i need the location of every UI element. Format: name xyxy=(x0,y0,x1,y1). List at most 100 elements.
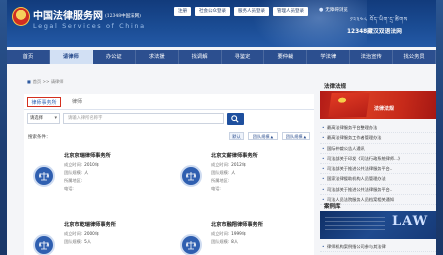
law-firm-logo-icon xyxy=(180,234,202,255)
sort-arrow-icon: ▲ xyxy=(303,135,307,139)
law-firm-name[interactable]: 北京市乾瑞律师事务所 xyxy=(64,221,116,228)
nav-item-mediation[interactable]: 找调解 xyxy=(179,50,222,64)
list-item[interactable]: 律师机构案例指公司参与其法律 xyxy=(320,242,436,253)
law-firm-logo-icon xyxy=(33,234,55,255)
law-firm-name[interactable]: 北京文薪律师事务所 xyxy=(211,152,258,159)
team-size-value: 5人 xyxy=(84,239,92,244)
team-size-row: 团队规模: 5人 xyxy=(64,239,91,245)
scales-of-justice-icon xyxy=(186,172,196,181)
sort-arrow-icon: ▲ xyxy=(270,135,274,139)
team-size-row: 团队规模: 8人 xyxy=(211,239,238,245)
site-header: 中国法律服务网 (12348中国法网) Legal Services of Chi… xyxy=(7,0,436,47)
founded-value: 2000年 xyxy=(84,231,100,236)
nav-item-notary[interactable]: 办公证 xyxy=(93,50,136,64)
law-firm-name[interactable]: 北京京瑞律师事务所 xyxy=(64,152,111,159)
list-item[interactable]: 最高法律服务工作者管理办法 xyxy=(320,133,436,144)
nav-item-lawyer[interactable]: 请律师 xyxy=(49,50,93,64)
nav-item-publicity[interactable]: 法治宣传 xyxy=(350,50,394,64)
public-login-link[interactable]: 社会公众登录 xyxy=(195,7,230,16)
nav-item-home[interactable]: 首页 xyxy=(7,50,50,64)
founded-value: 2010年 xyxy=(84,162,100,167)
tab-lawyers[interactable]: 律师 xyxy=(69,97,85,107)
document-decoration xyxy=(325,217,385,233)
list-item[interactable]: 司法部关于印发《司法行政系统律师...》 xyxy=(320,154,436,165)
nav-item-learn-law[interactable]: 学法律 xyxy=(307,50,351,64)
region-row: 所属地区: xyxy=(211,178,231,184)
sort-scale-label: 团队规模 xyxy=(285,134,303,139)
nav-item-civil-servant[interactable]: 找公务员 xyxy=(393,50,436,64)
tab-law-firms[interactable]: 律师事务所 xyxy=(27,97,61,107)
list-item[interactable]: 最高法律服务平台整理办法 xyxy=(320,123,436,134)
case-library-heading: 案例库 xyxy=(324,204,341,210)
law-firm-card[interactable]: 北京市乾瑞律师事务所 成立时间: 2000年 团队规模: 5人 xyxy=(24,218,167,255)
national-emblem-icon xyxy=(12,7,30,26)
site-title-hotline: (12348中国法网) xyxy=(105,14,141,19)
law-banner-text: LAW xyxy=(392,214,429,229)
laws-heading: 法律法规 xyxy=(324,84,347,90)
team-size-label: 团队规模: xyxy=(211,239,230,244)
register-link[interactable]: 注册 xyxy=(174,7,191,16)
list-item[interactable]: 司法部关于推进公共法律服务平台.. xyxy=(320,164,436,175)
sort-team-size-label: 团队规模 xyxy=(252,134,270,139)
admin-login-link[interactable]: 管理人员登录 xyxy=(273,7,308,16)
team-size-value: 人 xyxy=(231,170,236,175)
founded-row: 成立时间: 1999年 xyxy=(211,231,246,237)
flag-image xyxy=(328,93,370,117)
site-title[interactable]: 中国法律服务网 (12348中国法网) xyxy=(33,7,141,22)
list-item[interactable]: 国家法律援助机构人员管理办法 xyxy=(320,174,436,185)
founded-label: 成立时间: xyxy=(64,162,83,167)
breadcrumb[interactable]: 首页 >> 请律师 xyxy=(27,79,64,85)
sort-team-size-button[interactable]: 团队规模▲ xyxy=(248,132,278,140)
region-label: 所属地区: xyxy=(64,178,83,183)
sort-scale-button[interactable]: 团队规模▲ xyxy=(282,132,310,140)
service-staff-login-link[interactable]: 服务人员登录 xyxy=(234,7,269,16)
sidebar: 法律法规 法律法规 最高法律服务平台整理办法 最高法律服务工作者管理办法 国际仲… xyxy=(320,79,436,255)
law-firm-logo-icon xyxy=(33,165,55,187)
team-size-value: 8人 xyxy=(231,239,239,244)
site-title-text: 中国法律服务网 xyxy=(33,11,103,22)
laws-banner[interactable]: 法律法规 xyxy=(320,91,436,119)
law-firm-card[interactable]: 北京文薪律师事务所 成立时间: 2012年 团队规模: 人 所属地区: 电话: xyxy=(171,149,314,207)
team-size-label: 团队规模: xyxy=(64,239,83,244)
site-english-name: Legal Services of China xyxy=(33,22,146,30)
main-nav: 首页 请律师 办公证 求法援 找调解 寻鉴定 要仲裁 学法律 法治宣传 找公务员 xyxy=(7,50,436,64)
scales-of-justice-icon xyxy=(186,241,196,250)
team-size-label: 团队规模: xyxy=(211,170,230,175)
filter-label: 搜索条件： xyxy=(28,135,51,140)
law-firm-card[interactable]: 北京市融翔律师事务所 成立时间: 1999年 团队规模: 8人 xyxy=(171,218,314,255)
founded-value: 2012年 xyxy=(231,162,247,167)
phone-row: 电话: xyxy=(64,186,76,192)
founded-label: 成立时间: xyxy=(211,162,230,167)
phone-label: 电话: xyxy=(64,186,74,191)
law-firm-logo-icon xyxy=(180,165,202,187)
nav-item-appraisal[interactable]: 寻鉴定 xyxy=(222,50,265,64)
law-firm-card[interactable]: 北京京瑞律师事务所 成立时间: 2010年 团队规模: 人 所属地区: 电话: xyxy=(24,149,167,207)
law-firm-name[interactable]: 北京市融翔律师事务所 xyxy=(211,221,263,228)
bilingual-site-name: 12348藏汉双语法网 xyxy=(347,29,402,35)
scales-of-justice-icon xyxy=(39,172,49,181)
list-item[interactable]: 司法部关于推进公共法律服务平台.. xyxy=(320,185,436,196)
sort-default-button[interactable]: 默认 xyxy=(229,132,244,140)
case-news-list: 律师机构案例指公司参与其法律 xyxy=(320,242,436,253)
account-links: 注册 社会公众登录 服务人员登录 管理人员登录 xyxy=(174,7,308,16)
search-button[interactable] xyxy=(227,113,244,125)
accessibility-link[interactable]: 无障碍浏览 xyxy=(319,7,348,13)
search-input[interactable]: 请输入律所名称字 xyxy=(63,113,224,124)
team-size-row: 团队规模: 人 xyxy=(64,170,88,176)
web-page: 中国法律服务网 (12348中国法网) Legal Services of Chi… xyxy=(7,0,436,255)
team-size-row: 团队规模: 人 xyxy=(211,170,235,176)
founded-value: 1999年 xyxy=(231,231,247,236)
founded-label: 成立时间: xyxy=(64,231,83,236)
tab-divider xyxy=(24,109,314,110)
case-library-banner[interactable]: LAW xyxy=(320,211,436,239)
region-label: 所属地区: xyxy=(211,178,230,183)
scales-of-justice-icon xyxy=(39,241,49,250)
nav-item-arbitration[interactable]: 要仲裁 xyxy=(264,50,308,64)
search-icon xyxy=(231,115,239,123)
nav-item-legal-aid[interactable]: 求法援 xyxy=(136,50,179,64)
team-size-label: 团队规模: xyxy=(64,170,83,175)
list-item[interactable]: 国际仲裁公告人通讯 xyxy=(320,144,436,154)
founded-label: 成立时间: xyxy=(211,231,230,236)
founded-row: 成立时间: 2010年 xyxy=(64,162,99,168)
region-select[interactable]: 请选择 xyxy=(27,113,60,124)
